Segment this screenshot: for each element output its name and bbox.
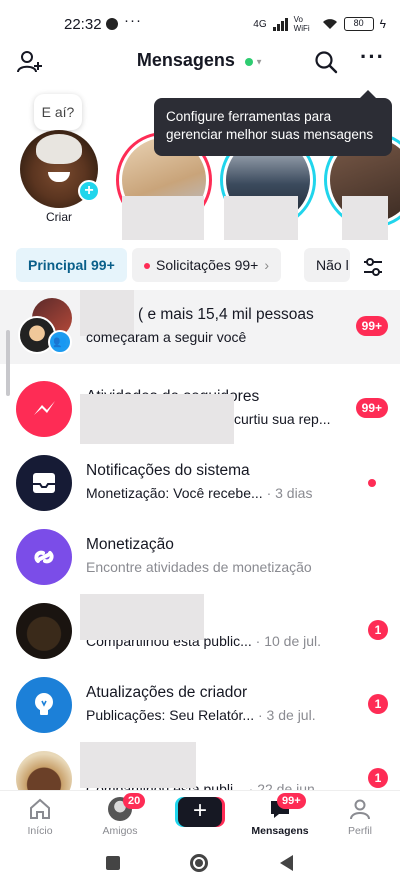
lightbulb-icon xyxy=(16,677,72,733)
plus-icon: + xyxy=(192,797,207,824)
caret-down-icon: ▼ xyxy=(252,57,264,67)
list-item[interactable]: Notificações do sistema Monetização: Voc… xyxy=(0,446,400,520)
redacted-name xyxy=(224,196,298,240)
unread-badge: 1 xyxy=(368,620,388,640)
inbox-icon xyxy=(16,455,72,511)
status-more: ··· xyxy=(124,12,142,29)
page-title: Mensagens xyxy=(136,50,235,70)
chevron-right-icon: › xyxy=(264,257,270,273)
conversation-title: Notificações do sistema xyxy=(86,462,250,479)
nav-messages[interactable]: 99+ Mensagens xyxy=(245,793,315,837)
unread-dot xyxy=(144,263,150,270)
status-time: 22:32 xyxy=(64,16,102,33)
nav-label: Perfil xyxy=(348,825,372,837)
signal-icon xyxy=(272,17,288,31)
back-button[interactable] xyxy=(280,855,293,871)
conversation-preview: Encontre atividades de monetização xyxy=(86,559,312,575)
more-horizontal-icon[interactable]: ··· xyxy=(360,46,384,72)
recents-button[interactable] xyxy=(106,856,120,870)
vowifi-label: Vo WiFi xyxy=(293,15,310,33)
unread-dot xyxy=(368,479,376,487)
status-indicators: 4G Vo WiFi 80 ϟ xyxy=(253,15,386,33)
redacted-name xyxy=(80,394,234,444)
unread-badge: 1 xyxy=(368,768,388,788)
unread-badge: 99+ xyxy=(355,398,388,418)
home-button[interactable] xyxy=(190,854,208,872)
profile-photo xyxy=(16,751,72,790)
unread-badge: 1 xyxy=(368,694,388,714)
status-bar: 22:32 ··· 4G Vo WiFi 80 ϟ xyxy=(0,0,400,44)
create-story-label: Criar xyxy=(46,210,72,224)
tab-nao-lidas[interactable]: Não l xyxy=(304,248,350,282)
lightning-icon xyxy=(16,381,72,437)
friends-badge: 20 xyxy=(123,793,146,809)
create-button[interactable]: + xyxy=(178,797,222,827)
battery-icon: 80 xyxy=(343,17,374,31)
conversation-preview: começaram a seguir você xyxy=(86,329,247,345)
group-icon: 👥 xyxy=(48,330,72,354)
charging-icon: ϟ xyxy=(379,17,386,31)
list-item[interactable]: 👥 ( e mais 15,4 mil pessoas começaram a … xyxy=(0,290,400,364)
list-item[interactable]: Compartilhou esta publi... · 22 de jun. … xyxy=(0,742,400,790)
sliders-icon[interactable] xyxy=(362,256,384,278)
nav-label: Amigos xyxy=(102,825,138,837)
redacted-name xyxy=(80,594,204,640)
online-status-dot xyxy=(244,57,253,66)
profile-photo xyxy=(16,603,72,659)
redacted-name xyxy=(342,196,388,240)
tab-principal[interactable]: Principal 99+ xyxy=(16,248,127,282)
network-type: 4G xyxy=(253,18,267,30)
unread-badge: 99+ xyxy=(355,316,388,336)
search-icon[interactable] xyxy=(314,50,338,74)
nav-home[interactable]: Início xyxy=(5,797,75,837)
list-item[interactable]: Atualizações de criador Publicações: Seu… xyxy=(0,668,400,742)
notification-dot-icon xyxy=(106,18,118,30)
nav-label: Mensagens xyxy=(251,825,309,837)
app-header: Mensagens ▼ ··· xyxy=(0,44,400,80)
conversation-title: Atualizações de criador xyxy=(86,684,248,701)
messages-badge: 99+ xyxy=(277,793,306,809)
scrollbar[interactable] xyxy=(6,330,10,396)
group-avatar: 👥 xyxy=(18,298,74,354)
conversation-preview: Publicações: Seu Relatór... · 3 de jul. xyxy=(86,707,316,723)
redacted-name xyxy=(122,196,204,240)
tab-solicitacoes[interactable]: Solicitações 99+ › xyxy=(132,248,282,282)
conversation-title: Monetização xyxy=(86,536,174,553)
nav-friends[interactable]: 20 Amigos xyxy=(85,793,155,837)
conversation-title: ( e mais 15,4 mil pessoas xyxy=(138,306,314,323)
conversation-preview: Monetização: Você recebe... · 3 dias xyxy=(86,485,313,501)
filter-tabs: Principal 99+ Solicitações 99+ › Não l xyxy=(0,248,400,282)
title-area[interactable]: Mensagens ▼ xyxy=(0,50,400,71)
tab-label: Principal 99+ xyxy=(28,257,115,273)
system-nav-bar xyxy=(0,844,400,888)
add-story-plus-icon[interactable]: + xyxy=(78,180,100,202)
profile-icon xyxy=(350,799,370,820)
story-note-bubble[interactable]: E aí? xyxy=(34,94,82,136)
list-item[interactable]: Compartilhou esta public... · 10 de jul.… xyxy=(0,594,400,668)
bottom-nav: Início 20 Amigos + 99+ Mensagens Perfil xyxy=(0,790,400,844)
link-icon xyxy=(16,529,72,585)
tab-label: Não l xyxy=(316,257,349,273)
redacted-name xyxy=(80,742,196,788)
conversation-preview: curtiu sua rep... xyxy=(234,411,331,427)
nav-label: Início xyxy=(27,825,53,837)
nav-profile[interactable]: Perfil xyxy=(325,797,395,837)
list-item[interactable]: Monetização Encontre atividades de monet… xyxy=(0,520,400,594)
tools-tooltip[interactable]: Configure ferramentas para gerenciar mel… xyxy=(154,90,392,156)
list-item[interactable]: Atividades de seguidores curtiu sua rep.… xyxy=(0,372,400,446)
conversation-list: 👥 ( e mais 15,4 mil pessoas começaram a … xyxy=(0,290,400,790)
wifi-icon xyxy=(322,19,337,29)
tab-label: Solicitações 99+ xyxy=(156,257,259,273)
home-icon xyxy=(30,798,50,819)
